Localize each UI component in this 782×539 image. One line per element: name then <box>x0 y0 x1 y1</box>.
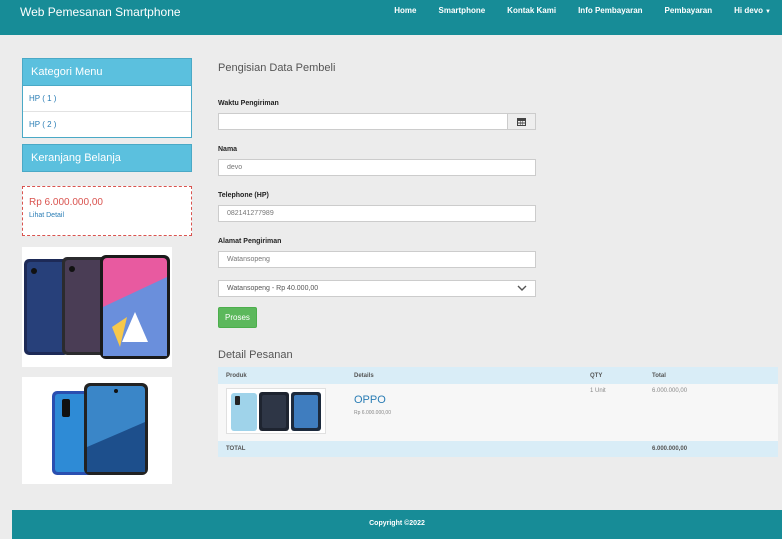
phone-input[interactable] <box>218 205 536 222</box>
product-price: Rp 6.000.000,00 <box>354 410 391 416</box>
cart-panel-title: Keranjang Belanja <box>22 144 192 172</box>
site-brand[interactable]: Web Pemesanan Smartphone <box>0 0 300 19</box>
shipping-time-group <box>218 113 538 130</box>
name-label: Nama <box>218 146 238 153</box>
vivo-phones-illustration <box>52 383 148 475</box>
nav-info-pembayaran[interactable]: Info Pembayaran <box>567 6 653 15</box>
proses-button[interactable]: Proses <box>218 307 257 328</box>
caret-down-icon: ▼ <box>765 9 771 15</box>
order-detail-title: Detail Pesanan <box>218 349 293 361</box>
table-header-row: Produk Details QTY Total <box>218 367 778 384</box>
product-cell <box>218 384 346 441</box>
shipping-select-value: Watansopeng - Rp 40.000,00 <box>227 285 319 292</box>
nav-pembayaran[interactable]: Pembayaran <box>654 6 724 15</box>
nav-home[interactable]: Home <box>383 6 427 15</box>
category-item-2[interactable]: HP ( 2 ) <box>23 112 191 137</box>
shipping-time-label: Waktu Pengiriman <box>218 100 279 107</box>
nav-smartphone[interactable]: Smartphone <box>428 6 497 15</box>
shipping-time-input[interactable] <box>218 113 508 130</box>
category-list: HP ( 1 ) HP ( 2 ) <box>22 86 192 138</box>
cart-total: Rp 6.000.000,00 <box>29 197 103 208</box>
details-cell: OPPO Rp 6.000.000,00 <box>346 384 582 441</box>
address-input[interactable] <box>218 251 536 268</box>
copyright-text: Copyright ©2022 <box>369 520 425 527</box>
total-cell: 6.000.000,00 <box>652 388 688 394</box>
buyer-form: Pengisian Data Pembeli Waktu Pengiriman … <box>218 62 538 328</box>
col-details: Details <box>354 372 374 379</box>
footer-total-value: 6.000.000,00 <box>652 446 688 452</box>
promo-image-samsung <box>22 247 172 367</box>
category-item-1[interactable]: HP ( 1 ) <box>23 86 191 112</box>
nav-menu: Home Smartphone Kontak Kami Info Pembaya… <box>383 0 782 15</box>
category-panel-title: Kategori Menu <box>22 58 192 86</box>
phone-label: Telephone (HP) <box>218 192 269 199</box>
order-detail-table: Produk Details QTY Total OPPO Rp 6.000.0… <box>218 367 778 457</box>
col-total: Total <box>652 372 666 379</box>
name-input[interactable] <box>218 159 536 176</box>
user-menu[interactable]: Hi devo ▼ <box>723 6 782 15</box>
cart-detail-link[interactable]: Lihat Detail <box>29 212 185 219</box>
calendar-icon <box>517 117 526 126</box>
footer-total-label: TOTAL <box>226 446 246 452</box>
qty-cell: 1 Unit <box>590 388 606 394</box>
table-row: OPPO Rp 6.000.000,00 1 Unit 6.000.000,00 <box>218 384 778 441</box>
oppo-phones-illustration <box>231 392 321 431</box>
col-qty: QTY <box>590 372 603 379</box>
col-produk: Produk <box>226 372 247 379</box>
chevron-down-icon <box>517 285 527 291</box>
address-label: Alamat Pengiriman <box>218 238 282 245</box>
user-greeting: Hi devo <box>734 6 764 15</box>
top-navbar: Web Pemesanan Smartphone Home Smartphone… <box>0 0 782 35</box>
cart-summary: Rp 6.000.000,00 Lihat Detail <box>22 186 192 236</box>
page-footer: Copyright ©2022 <box>12 510 782 539</box>
form-title: Pengisian Data Pembeli <box>218 62 336 74</box>
product-name[interactable]: OPPO <box>354 394 574 406</box>
calendar-button[interactable] <box>508 113 536 130</box>
promo-image-vivo <box>22 377 172 484</box>
nav-kontak-kami[interactable]: Kontak Kami <box>496 6 567 15</box>
sidebar: Kategori Menu HP ( 1 ) HP ( 2 ) Keranjan… <box>22 58 192 236</box>
samsung-phones-illustration <box>24 255 170 359</box>
product-image <box>226 388 326 434</box>
shipping-select[interactable]: Watansopeng - Rp 40.000,00 <box>218 280 536 297</box>
table-footer-row: TOTAL 6.000.000,00 <box>218 441 778 457</box>
